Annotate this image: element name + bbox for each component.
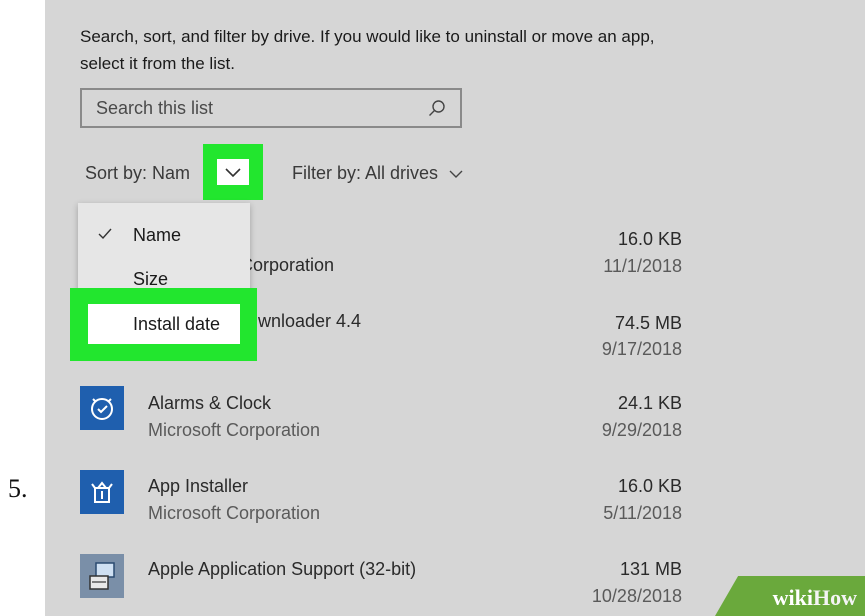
package-icon [80, 470, 124, 514]
chevron-down-icon [225, 168, 241, 178]
app-date: 10/28/2018 [591, 586, 682, 606]
app-size: 16.0 KB [617, 229, 682, 249]
sort-label[interactable]: Sort by: Nam [85, 163, 190, 184]
description-text: Search, sort, and filter by drive. If yo… [80, 27, 655, 73]
app-publisher: Microsoft Corporation [148, 420, 321, 440]
sort-option-install-date[interactable]: Install date [70, 288, 257, 361]
app-publisher-partial: Corporation [240, 255, 335, 275]
checkmark-icon [98, 228, 112, 240]
search-icon[interactable] [428, 99, 446, 117]
install-date-label: Install date [133, 314, 221, 334]
app-date: 11/1/2018 [603, 256, 682, 276]
filter-dropdown[interactable]: Filter by: All drives [292, 163, 464, 184]
app-size: 16.0 KB [617, 476, 682, 496]
step-number: 5. [8, 474, 28, 503]
search-box[interactable] [80, 88, 462, 128]
app-date: 9/29/2018 [601, 420, 682, 440]
search-input[interactable] [96, 96, 416, 120]
app-publisher: Microsoft Corporation [148, 503, 321, 523]
app-date: 9/17/2018 [601, 339, 682, 359]
app-name[interactable]: Alarms & Clock [148, 393, 271, 414]
installer-icon [80, 554, 124, 598]
app-size: 131 MB [619, 559, 682, 579]
app-name[interactable]: App Installer [148, 476, 248, 497]
sort-option-name[interactable]: Name [133, 225, 181, 246]
sort-option-size[interactable]: Size [133, 269, 168, 290]
wikihow-logo: wikiHow [772, 585, 857, 610]
app-date: 5/11/2018 [603, 503, 682, 523]
alarm-clock-icon [80, 386, 124, 430]
app-size: 74.5 MB [614, 313, 682, 333]
filter-label: Filter by: All drives [292, 163, 439, 183]
chevron-down-icon [449, 170, 463, 178]
sort-dropdown-button[interactable] [203, 144, 263, 200]
app-size: 24.1 KB [617, 393, 682, 413]
app-name[interactable]: Apple Application Support (32-bit) [148, 559, 416, 580]
app-name-partial: wnloader 4.4 [258, 311, 362, 331]
